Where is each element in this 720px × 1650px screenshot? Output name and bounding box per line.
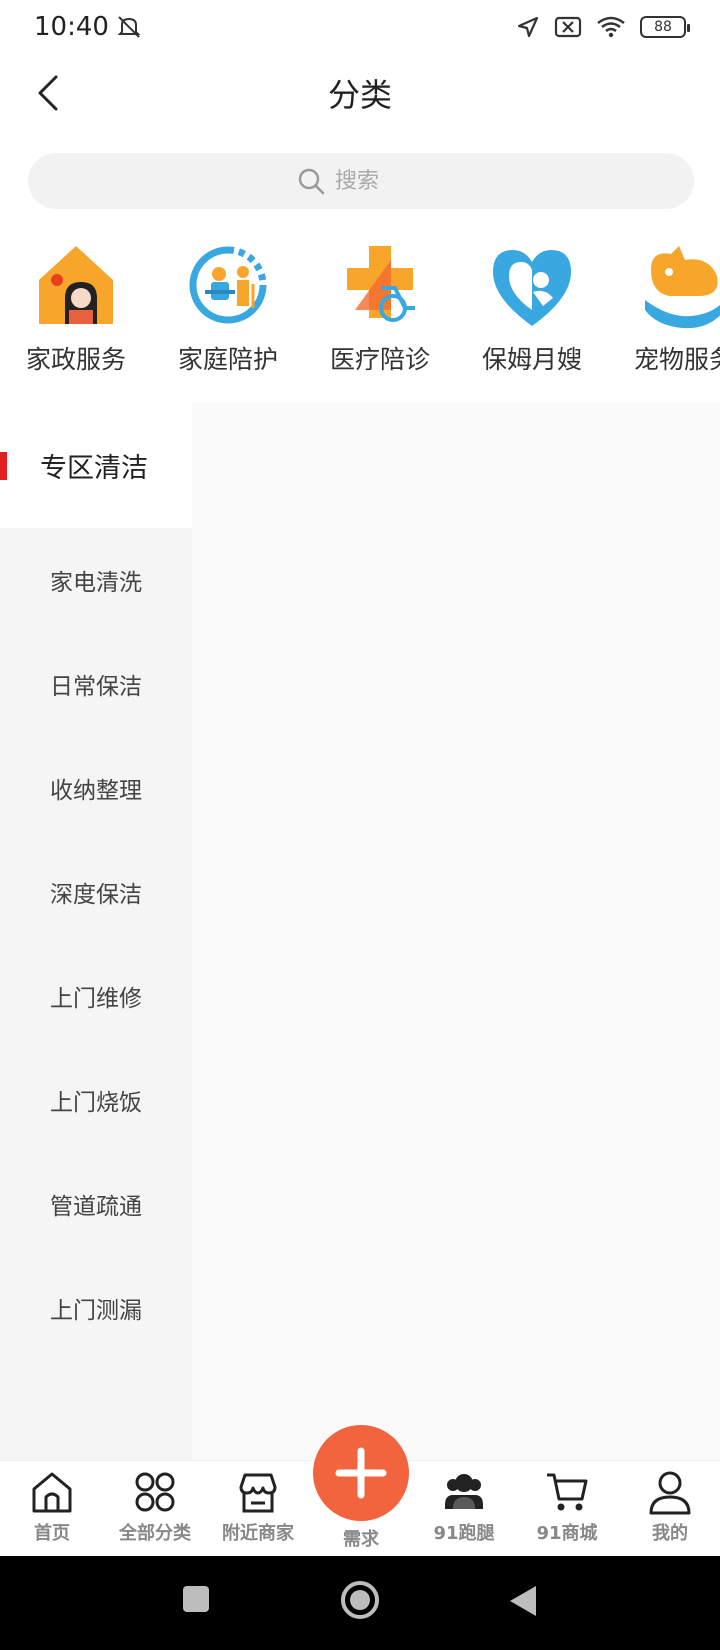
mute-bell-icon	[117, 16, 141, 38]
grid-circles-icon	[135, 1472, 175, 1512]
wifi-icon	[597, 16, 625, 38]
sidebar-item-leak-test[interactable]: 上门测漏	[0, 1256, 192, 1360]
back-system-button[interactable]	[508, 1584, 538, 1618]
battery-indicator: 88	[640, 16, 690, 38]
nav-mall[interactable]: 91商城	[515, 1469, 619, 1555]
chevron-left-icon	[38, 75, 58, 111]
sidebar-item-daily-cleaning[interactable]: 日常保洁	[0, 632, 192, 736]
nav-label: 全部分类	[119, 1523, 191, 1544]
search-input[interactable]	[335, 168, 425, 194]
plus-icon	[335, 1447, 387, 1499]
sidebar-item-active[interactable]: 专区清洁	[0, 402, 192, 528]
category-item-elder-care[interactable]: 家庭陪护	[152, 240, 304, 380]
sidebar-item-repair[interactable]: 上门维修	[0, 944, 192, 1048]
store-icon	[239, 1473, 277, 1513]
nav-all-categories[interactable]: 全部分类	[103, 1469, 207, 1555]
recents-button[interactable]	[181, 1584, 211, 1614]
sidebar-item-pipe[interactable]: 管道疏通	[0, 1152, 192, 1256]
category-item-nanny[interactable]: 保姆月嫂	[456, 240, 608, 380]
home-system-button[interactable]	[340, 1580, 380, 1620]
category-label: 宠物服务	[633, 345, 720, 374]
back-button[interactable]	[26, 70, 72, 116]
status-left: 10:40	[34, 12, 143, 42]
category-label: 家庭陪护	[177, 345, 278, 374]
category-item-pet[interactable]: 宠物服务	[608, 240, 720, 380]
status-time: 10:40	[34, 12, 109, 42]
nav-label: 91跑腿	[433, 1523, 495, 1544]
elder-care-icon	[189, 246, 267, 324]
sidebar-item-deep-cleaning[interactable]: 深度保洁	[0, 840, 192, 944]
page-title: 分类	[327, 76, 392, 114]
category-item-medical[interactable]: 医疗陪诊	[304, 240, 456, 380]
people-icon	[445, 1474, 483, 1509]
nav-errands[interactable]: 91跑腿	[412, 1469, 516, 1555]
home-icon	[32, 1472, 72, 1513]
nav-nearby-stores[interactable]: 附近商家	[206, 1469, 310, 1555]
nav-home[interactable]: 首页	[0, 1469, 104, 1555]
category-label: 保姆月嫂	[481, 345, 582, 374]
nav-label: 91商城	[536, 1523, 598, 1544]
user-icon	[649, 1471, 691, 1515]
search-icon	[298, 168, 325, 195]
medical-wheelchair-icon	[347, 246, 415, 322]
demand-fab-button[interactable]	[313, 1425, 409, 1521]
house-housekeeper-icon	[39, 246, 113, 324]
status-bar: 10:40 88	[0, 0, 720, 54]
sidebar-item-storage[interactable]: 收纳整理	[0, 736, 192, 840]
battery-level: 88	[654, 19, 672, 35]
header: 分类	[0, 54, 720, 132]
sidebar-item-cooking[interactable]: 上门烧饭	[0, 1048, 192, 1152]
nav-mine[interactable]: 我的	[618, 1469, 720, 1555]
sidebar-active-label: 专区清洁	[40, 452, 148, 484]
category-label: 家政服务	[25, 345, 126, 374]
mother-baby-heart-icon	[493, 250, 571, 326]
category-item-housekeeping[interactable]: 家政服务	[0, 240, 152, 380]
nav-label: 首页	[34, 1523, 70, 1544]
nav-label: 我的	[652, 1523, 688, 1544]
cart-icon	[547, 1473, 588, 1511]
category-row[interactable]: 家政服务 家庭陪护 医疗陪诊 保姆月嫂 宠物服	[0, 240, 720, 400]
pet-hand-icon	[645, 246, 720, 329]
sidebar-item-appliance-cleaning[interactable]: 家电清洗	[0, 528, 192, 632]
status-right: 88	[516, 15, 690, 39]
nav-label-demand: 需求	[343, 1529, 379, 1550]
sidebar: 专区清洁 家电清洗 日常保洁 收纳整理 深度保洁 上门维修 上门烧饭 管道疏通 …	[0, 402, 192, 1460]
category-label: 医疗陪诊	[329, 345, 430, 374]
active-indicator	[0, 452, 7, 480]
nav-label: 附近商家	[222, 1523, 294, 1544]
system-nav-bar	[0, 1556, 720, 1650]
category-content: 专区清洁 家电清洗 日常保洁 收纳整理 深度保洁 上门维修 上门烧饭 管道疏通 …	[0, 402, 720, 1460]
no-sim-icon	[554, 16, 582, 38]
location-arrow-icon	[517, 16, 539, 38]
bottom-nav: 首页 全部分类 附近商家 需求 91跑腿 91商城 我的	[0, 1425, 720, 1556]
search-bar[interactable]	[28, 153, 694, 209]
